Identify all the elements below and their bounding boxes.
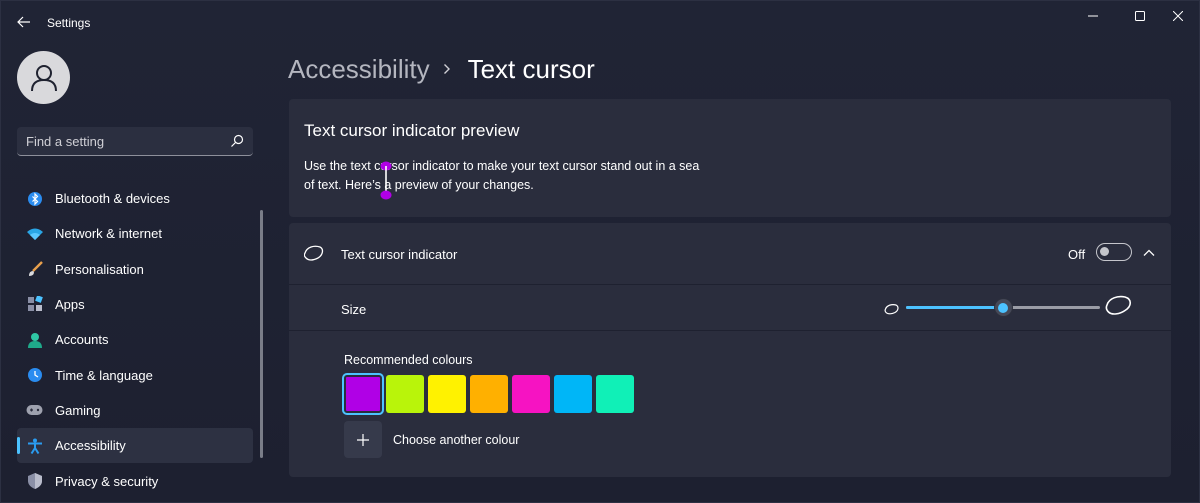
sidebar-item-label: Accessibility: [55, 438, 126, 454]
chevron-right-icon: [443, 63, 451, 75]
sidebar-item-label: Apps: [55, 297, 85, 313]
text-cursor-indicator-preview-icon: [380, 161, 392, 200]
arrow-left-icon: [17, 16, 30, 28]
preview-description: Use the text cursor indicator to make yo…: [304, 159, 700, 192]
add-colour-button[interactable]: [344, 421, 382, 458]
accessibility-icon: [26, 437, 43, 454]
person-icon: [26, 331, 43, 348]
sidebar-item-label: Gaming: [55, 402, 101, 418]
toggle-state-label: Off: [1068, 247, 1086, 262]
colour-swatch[interactable]: [386, 375, 424, 413]
title-bar: Settings: [1, 1, 1200, 45]
preview-title: Text cursor indicator preview: [304, 121, 520, 140]
close-button[interactable]: [1155, 1, 1200, 31]
sidebar-item-bluetooth[interactable]: Bluetooth & devices: [17, 181, 253, 216]
sidebar-nav: Bluetooth & devices Network & internet P…: [17, 181, 253, 499]
breadcrumb: Accessibility Text cursor: [288, 51, 595, 87]
colour-swatch[interactable]: [554, 375, 592, 413]
chevron-up-icon[interactable]: [1142, 246, 1156, 260]
sidebar-item-accessibility[interactable]: Accessibility: [17, 428, 253, 464]
search-icon[interactable]: [230, 134, 244, 148]
sidebar-item-label: Accounts: [55, 332, 109, 348]
back-button[interactable]: [11, 9, 37, 35]
page-title: Text cursor: [467, 53, 595, 84]
avatar[interactable]: [17, 51, 70, 104]
close-icon: [1173, 11, 1183, 21]
settings-window: Settings Bluetooth & devices: [0, 0, 1200, 503]
cursor-indicator-icon: [304, 245, 324, 261]
sidebar-item-gaming[interactable]: Gaming: [17, 393, 253, 428]
choose-another-colour-link[interactable]: Choose another colour: [393, 433, 519, 447]
text-cursor-indicator-toggle[interactable]: [1096, 243, 1132, 261]
text-cursor-indicator-label: Text cursor indicator: [341, 247, 458, 262]
slider-thumb[interactable]: [993, 298, 1013, 317]
person-icon: [30, 64, 57, 91]
sidebar-item-personalisation[interactable]: Personalisation: [17, 252, 253, 287]
globe-clock-icon: [26, 366, 43, 383]
text-cursor-indicator-header[interactable]: Text cursor indicator Off: [289, 223, 1171, 284]
recommended-colours-label: Recommended colours: [344, 353, 473, 367]
shield-icon: [26, 472, 43, 489]
search-input[interactable]: [17, 127, 217, 155]
minimize-icon: [1088, 15, 1098, 17]
sidebar-item-label: Time & language: [55, 367, 153, 383]
apps-icon: [26, 296, 43, 313]
sidebar-item-accounts[interactable]: Accounts: [17, 322, 253, 357]
breadcrumb-parent[interactable]: Accessibility: [288, 54, 430, 85]
slider-thumb-center: [998, 302, 1008, 313]
minimize-button[interactable]: [1070, 1, 1116, 31]
sidebar-scrollbar[interactable]: [260, 210, 263, 458]
sidebar-item-label: Bluetooth & devices: [55, 191, 170, 207]
app-title: Settings: [47, 16, 91, 30]
colour-swatches: [342, 373, 634, 415]
divider: [289, 330, 1171, 331]
gamepad-icon: [26, 402, 43, 419]
sidebar-item-time-language[interactable]: Time & language: [17, 357, 253, 392]
maximize-icon: [1135, 11, 1145, 21]
size-large-icon: [1105, 295, 1132, 315]
toggle-knob: [1100, 247, 1109, 256]
colour-swatch[interactable]: [596, 375, 634, 413]
sidebar-item-label: Network & internet: [55, 226, 162, 242]
size-label: Size: [341, 302, 367, 317]
wifi-icon: [26, 225, 43, 242]
size-slider[interactable]: [906, 298, 1100, 318]
search-box[interactable]: [17, 127, 253, 156]
preview-card: Text cursor indicator preview Use the te…: [289, 99, 1171, 217]
sidebar-item-label: Privacy & security: [55, 473, 159, 489]
size-small-icon: [884, 304, 899, 315]
colour-swatch[interactable]: [512, 375, 550, 413]
bluetooth-icon: [26, 190, 43, 207]
slider-fill: [906, 306, 1003, 309]
divider: [289, 284, 1171, 285]
plus-icon: [357, 433, 369, 446]
colour-swatch[interactable]: [342, 373, 384, 415]
colour-swatch[interactable]: [428, 375, 466, 413]
sidebar-item-apps[interactable]: Apps: [17, 287, 253, 322]
text-cursor-indicator-card: Text cursor indicator Off Size Recommend: [289, 223, 1171, 477]
sidebar-item-label: Personalisation: [55, 261, 144, 277]
sidebar-item-network[interactable]: Network & internet: [17, 216, 253, 251]
colour-swatch[interactable]: [470, 375, 508, 413]
sidebar-item-privacy-security[interactable]: Privacy & security: [17, 463, 253, 498]
brush-icon: [26, 261, 43, 278]
